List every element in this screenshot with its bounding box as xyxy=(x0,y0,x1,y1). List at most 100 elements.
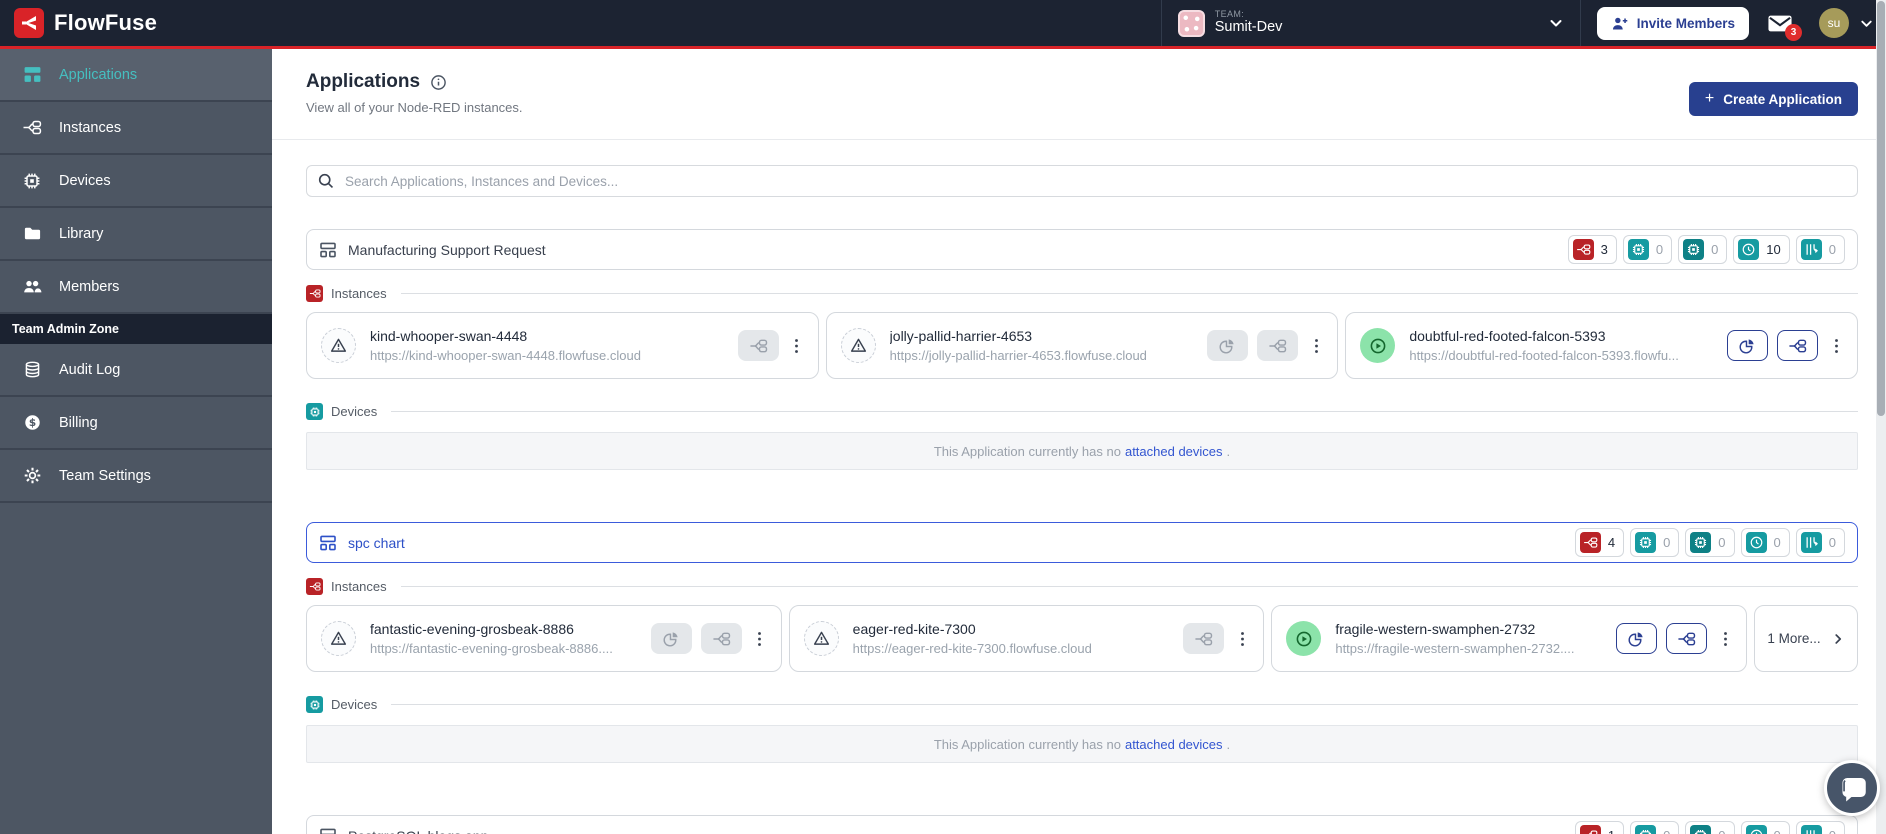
clock-icon xyxy=(1738,239,1760,260)
badge-snapshots: 0 xyxy=(1740,528,1790,557)
instances-icon xyxy=(1579,532,1601,553)
info-icon[interactable] xyxy=(430,74,447,91)
open-editor-button[interactable] xyxy=(1257,330,1299,361)
notifications-mail-button[interactable]: 3 xyxy=(1767,13,1802,41)
main-content: Applications View all of your Node-RED i… xyxy=(272,49,1886,834)
instance-name: kind-whooper-swan-4448 xyxy=(370,328,528,344)
application-badges: 4 0 0 0 0 xyxy=(1574,528,1845,557)
flowfuse-logo-icon xyxy=(14,8,44,38)
instance-card-jolly-pallid-harrier-4653[interactable]: jolly-pallid-harrier-4653 https://jolly-… xyxy=(825,312,1339,379)
instance-url: https://doubtful-red-footed-falcon-5393.… xyxy=(1409,348,1679,363)
status-warning-icon xyxy=(840,328,876,363)
application-header-manufacturing-support-request[interactable]: Manufacturing Support Request 3 0 0 10 0 xyxy=(306,229,1858,270)
devices-chip-icon xyxy=(306,696,323,713)
sidebar-item-billing[interactable]: Billing xyxy=(0,397,272,450)
kebab-menu-icon[interactable] xyxy=(1233,623,1251,654)
badge-instances: 3 xyxy=(1567,235,1617,264)
open-editor-button[interactable] xyxy=(737,330,779,361)
instance-card-eager-red-kite-7300[interactable]: eager-red-kite-7300 https://eager-red-ki… xyxy=(788,605,1265,672)
sidebar-item-label: Instances xyxy=(59,119,122,136)
application-section: spc chart 4 0 0 0 0 Instances fantastic-… xyxy=(306,522,1859,763)
instance-name: fantastic-evening-grosbeak-8886 xyxy=(370,621,574,637)
open-dashboard-button[interactable] xyxy=(1727,330,1769,361)
flowfuse-app-window: FlowFuse TEAM: Sumit-Dev Invite Members xyxy=(0,0,1886,834)
attached-devices-link[interactable]: attached devices xyxy=(1125,737,1223,752)
sidebar-item-members[interactable]: Members xyxy=(0,261,272,314)
sidebar-navigation: Applications Instances Devices Library M… xyxy=(0,49,272,834)
brand-name: FlowFuse xyxy=(54,10,158,35)
status-running-icon xyxy=(1360,328,1396,363)
person-plus-icon xyxy=(1611,15,1629,32)
kebab-menu-icon[interactable] xyxy=(1827,330,1845,361)
instance-row: fantastic-evening-grosbeak-8886 https://… xyxy=(306,605,1859,672)
open-dashboard-button[interactable] xyxy=(1616,623,1658,654)
sidebar-item-label: Library xyxy=(59,225,104,242)
instance-url: https://kind-whooper-swan-4448.flowfuse.… xyxy=(370,348,641,363)
badge-instances: 1 xyxy=(1574,821,1625,834)
instance-name: fragile-western-swamphen-2732 xyxy=(1335,621,1536,637)
kebab-menu-icon[interactable] xyxy=(788,330,806,361)
chevron-right-icon xyxy=(1831,632,1845,646)
attached-devices-link[interactable]: attached devices xyxy=(1125,444,1223,459)
sidebar-item-audit-log[interactable]: Audit Log xyxy=(0,344,272,397)
gear-icon xyxy=(22,466,42,485)
sidebar-item-label: Audit Log xyxy=(59,361,121,378)
kebab-menu-icon[interactable] xyxy=(1307,330,1325,361)
kebab-menu-icon[interactable] xyxy=(1716,623,1734,654)
sidebar-item-instances[interactable]: Instances xyxy=(0,102,272,155)
chat-widget-button[interactable] xyxy=(1824,760,1880,816)
instance-name: jolly-pallid-harrier-4653 xyxy=(889,328,1033,344)
application-header-spc-chart[interactable]: spc chart 4 0 0 0 0 xyxy=(306,522,1858,563)
show-more-instances-button[interactable]: 1 More... xyxy=(1754,605,1859,672)
instance-card-fantastic-evening-grosbeak-8886[interactable]: fantastic-evening-grosbeak-8886 https://… xyxy=(306,605,782,672)
flowfuse-logo[interactable]: FlowFuse xyxy=(0,8,157,38)
create-application-button[interactable]: + Create Application xyxy=(1688,82,1858,116)
topbar-right-group: TEAM: Sumit-Dev Invite Members 3 su xyxy=(1160,0,1886,46)
no-devices-message: This Application currently has no attach… xyxy=(306,432,1858,470)
instance-card-doubtful-red-footed-falcon-5393[interactable]: doubtful-red-footed-falcon-5393 https://… xyxy=(1345,312,1859,379)
team-selector-dropdown[interactable]: TEAM: Sumit-Dev xyxy=(1160,0,1581,46)
pipeline-icon xyxy=(1800,532,1822,553)
open-dashboard-button[interactable] xyxy=(650,623,692,654)
devices-chip-icon xyxy=(1635,532,1657,553)
instance-card-kind-whooper-swan-4448[interactable]: kind-whooper-swan-4448 https://kind-whoo… xyxy=(306,312,819,379)
open-editor-button[interactable] xyxy=(1666,623,1708,654)
search-input[interactable] xyxy=(345,173,1847,189)
instance-url: https://jolly-pallid-harrier-4653.flowfu… xyxy=(889,348,1147,363)
application-icon xyxy=(319,827,337,834)
application-badges: 3 0 0 10 0 xyxy=(1567,235,1845,264)
open-editor-button[interactable] xyxy=(1183,623,1225,654)
application-name: spc chart xyxy=(348,534,405,551)
instance-name: doubtful-red-footed-falcon-5393 xyxy=(1409,328,1606,344)
badge-device-groups: 0 xyxy=(1678,235,1728,264)
invite-members-button[interactable]: Invite Members xyxy=(1596,6,1749,40)
page-title: Applications xyxy=(306,71,421,92)
open-dashboard-button[interactable] xyxy=(1207,330,1249,361)
sidebar-item-team-settings[interactable]: Team Settings xyxy=(0,450,272,503)
invite-members-label: Invite Members xyxy=(1636,15,1735,31)
open-editor-button[interactable] xyxy=(700,623,742,654)
application-icon xyxy=(319,534,337,552)
clock-icon xyxy=(1745,825,1767,834)
devices-chip-icon xyxy=(1627,239,1649,260)
clock-icon xyxy=(1745,532,1767,553)
chat-bubble-icon xyxy=(1834,770,1870,806)
user-avatar[interactable]: su xyxy=(1819,8,1849,38)
sidebar-item-applications[interactable]: Applications xyxy=(0,49,272,102)
scrollbar-thumb[interactable] xyxy=(1877,1,1885,416)
sidebar-item-devices[interactable]: Devices xyxy=(0,155,272,208)
badge-devices: 0 xyxy=(1630,528,1680,557)
instances-icon xyxy=(306,578,323,595)
team-name: Sumit-Dev xyxy=(1214,18,1283,35)
kebab-menu-icon[interactable] xyxy=(751,623,769,654)
user-menu-chevron-icon[interactable] xyxy=(1859,16,1874,31)
application-section: PostgreSQL blogs app 1 0 0 xyxy=(306,815,1858,834)
badge-pipelines: 0 xyxy=(1795,235,1845,264)
instance-card-fragile-western-swamphen-2732[interactable]: fragile-western-swamphen-2732 https://fr… xyxy=(1271,605,1748,672)
sidebar-item-library[interactable]: Library xyxy=(0,208,272,261)
open-editor-button[interactable] xyxy=(1777,330,1819,361)
top-navigation-bar: FlowFuse TEAM: Sumit-Dev Invite Members xyxy=(0,0,1886,49)
devices-chip-icon xyxy=(1635,825,1657,834)
application-header-postgresql-blogs-app[interactable]: PostgreSQL blogs app 1 0 0 xyxy=(306,815,1858,834)
sidebar-item-label: Members xyxy=(59,278,120,295)
